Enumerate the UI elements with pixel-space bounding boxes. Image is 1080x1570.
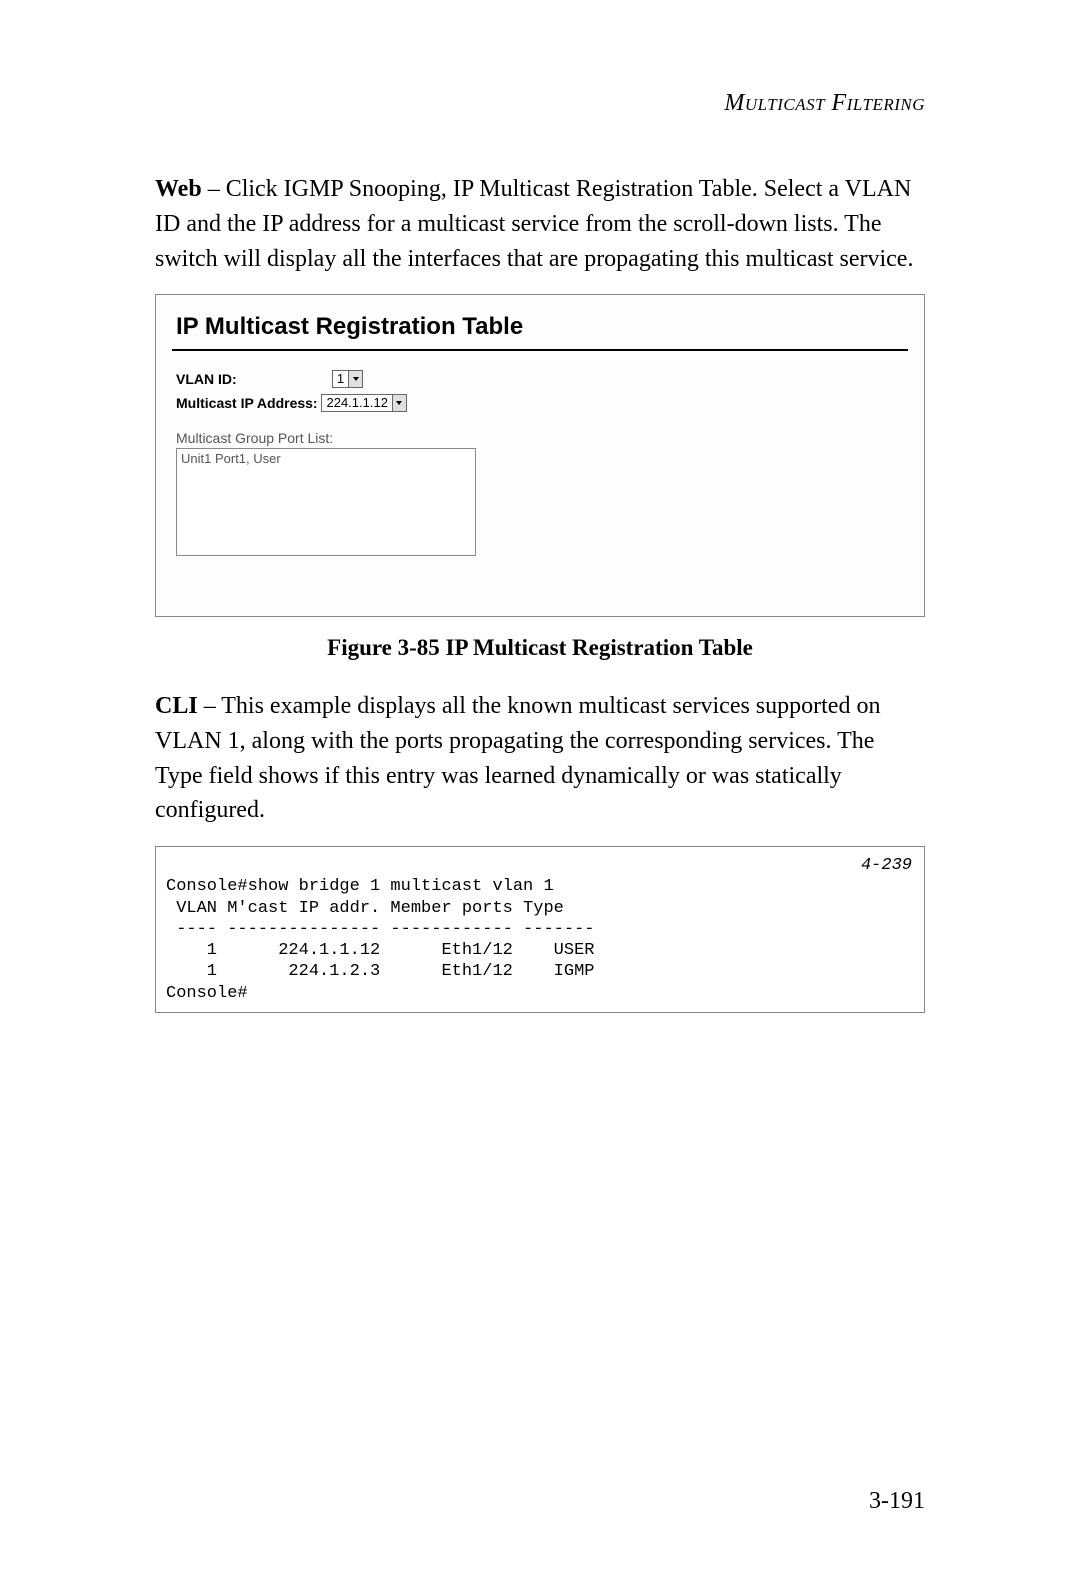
web-label: Web	[155, 176, 202, 202]
cli-line-4: 1 224.1.1.12 Eth1/12 USER	[166, 941, 594, 960]
running-header: Multicast Filtering	[155, 90, 925, 117]
vlan-id-row: VLAN ID: 1	[176, 369, 908, 387]
cli-line-6: Console#	[166, 984, 248, 1003]
multicast-ip-label: Multicast IP Address:	[176, 395, 318, 411]
panel-title: IP Multicast Registration Table	[176, 313, 908, 341]
figure-panel: IP Multicast Registration Table VLAN ID:…	[155, 294, 925, 617]
cli-paragraph: CLI – This example displays all the know…	[155, 689, 925, 828]
cli-page-ref: 4-239	[861, 855, 912, 876]
page-number: 3-191	[869, 1488, 925, 1515]
web-paragraph: Web – Click IGMP Snooping, IP Multicast …	[155, 172, 925, 276]
multicast-ip-value: 224.1.1.12	[322, 395, 391, 411]
cli-line-1: Console#show bridge 1 multicast vlan 1	[166, 877, 554, 896]
multicast-ip-dropdown[interactable]: 224.1.1.12	[321, 394, 406, 412]
panel-divider	[172, 349, 908, 351]
chevron-down-icon	[396, 401, 402, 405]
vlan-id-value: 1	[333, 371, 348, 387]
cli-line-3: ---- --------------- ------------ ------…	[166, 920, 594, 939]
multicast-ip-dropdown-button[interactable]	[392, 395, 406, 411]
port-list-box[interactable]: Unit1 Port1, User	[176, 448, 476, 556]
cli-line-2: VLAN M'cast IP addr. Member ports Type	[166, 899, 564, 918]
multicast-ip-row: Multicast IP Address: 224.1.1.12	[176, 394, 908, 412]
cli-output-box: 4-239 Console#show bridge 1 multicast vla…	[155, 846, 925, 1013]
cli-label: CLI	[155, 693, 198, 719]
vlan-id-dropdown-button[interactable]	[348, 371, 362, 387]
port-list-item: Unit1 Port1, User	[181, 451, 471, 466]
vlan-id-dropdown[interactable]: 1	[332, 370, 363, 388]
port-list-label: Multicast Group Port List:	[176, 430, 908, 446]
cli-line-5: 1 224.1.2.3 Eth1/12 IGMP	[166, 962, 594, 981]
vlan-id-label: VLAN ID:	[176, 371, 328, 387]
cli-text: – This example displays all the known mu…	[155, 693, 880, 823]
figure-caption: Figure 3-85 IP Multicast Registration Ta…	[155, 635, 925, 661]
web-text: – Click IGMP Snooping, IP Multicast Regi…	[155, 176, 913, 272]
chevron-down-icon	[353, 377, 359, 381]
